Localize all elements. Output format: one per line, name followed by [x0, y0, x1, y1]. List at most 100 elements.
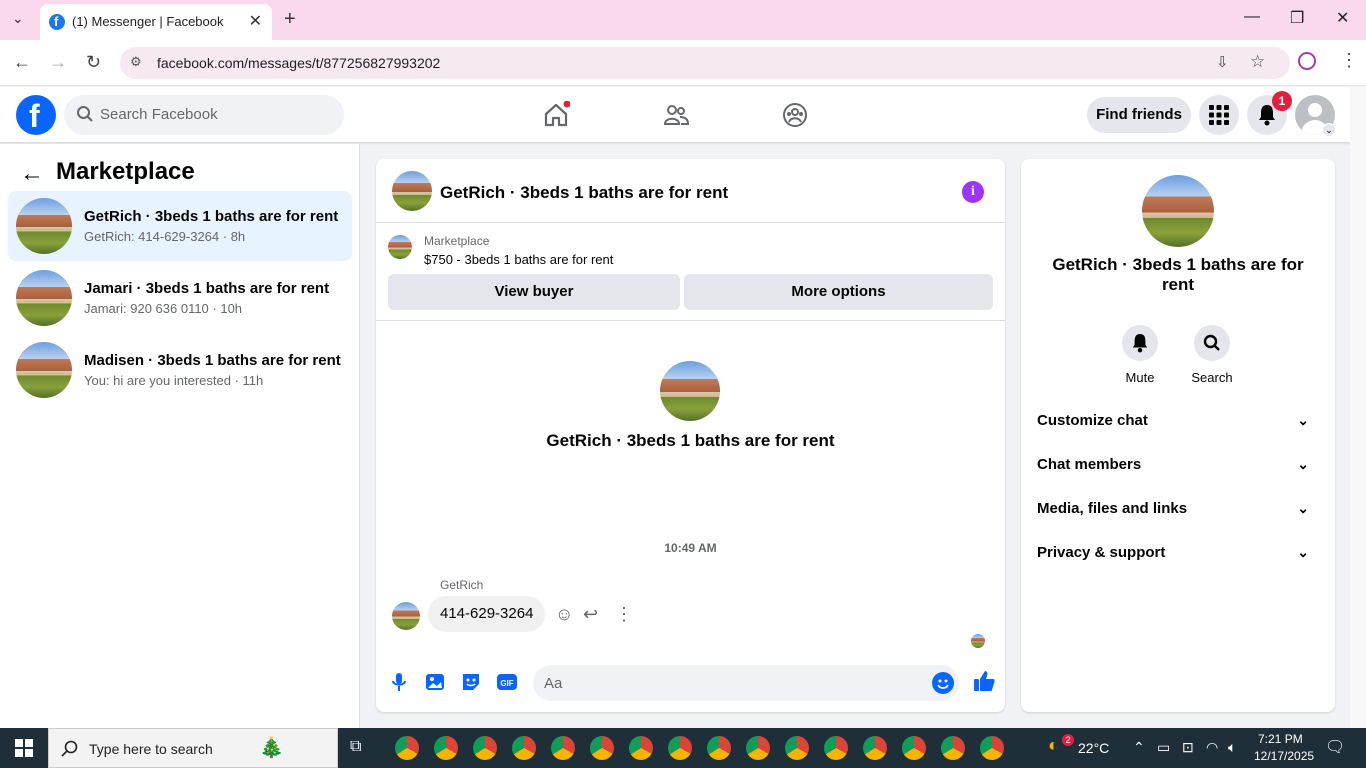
menu-button[interactable] — [1199, 95, 1239, 135]
clock-time[interactable]: 7:21 PM — [1258, 732, 1303, 746]
listing-thumbnail[interactable] — [388, 235, 412, 259]
message-composer: GIF Aa — [376, 659, 1005, 712]
message-input[interactable]: Aa — [533, 665, 959, 701]
mute-label: Mute — [1125, 370, 1155, 385]
search-placeholder: Search Facebook — [100, 106, 218, 123]
reply-icon[interactable]: ↩ — [583, 604, 598, 625]
conversation-name: GetRich · 3beds 1 baths are for rent — [84, 208, 339, 225]
emoji-icon[interactable] — [932, 672, 954, 694]
details-avatar — [1142, 175, 1214, 247]
chat-members-section[interactable]: Chat members ⌄ — [1037, 456, 1319, 480]
chrome-app-icon[interactable] — [941, 736, 965, 760]
sender-avatar[interactable] — [392, 602, 420, 630]
network-icon[interactable]: ◠ — [1206, 739, 1218, 756]
account-chevron-icon[interactable]: ⌄ — [1322, 123, 1336, 137]
site-info-icon[interactable]: ⚙ — [130, 54, 142, 70]
chevron-up-icon[interactable]: ⌃ — [1133, 739, 1145, 756]
page-scrollbar[interactable] — [1350, 87, 1366, 728]
tab-search-icon[interactable]: ⌄ — [12, 10, 24, 27]
task-view-icon[interactable]: ⧉ — [350, 738, 361, 756]
conversation-item[interactable]: Madisen · 3beds 1 baths are for rent You… — [8, 335, 352, 405]
info-icon[interactable]: i — [962, 181, 984, 203]
chat-title[interactable]: GetRich · 3beds 1 baths are for rent — [440, 183, 728, 203]
media-files-links-section[interactable]: Media, files and links ⌄ — [1037, 500, 1319, 524]
view-buyer-button[interactable]: View buyer — [388, 274, 680, 310]
omnibox[interactable]: ⚙ facebook.com/messages/t/87725682799320… — [120, 47, 1290, 79]
close-window-icon[interactable]: ✕ — [1336, 8, 1349, 28]
find-friends-button[interactable]: Find friends — [1087, 97, 1191, 133]
gif-icon[interactable]: GIF — [496, 671, 518, 693]
chrome-app-icon[interactable] — [707, 736, 731, 760]
search-in-chat-button[interactable]: Search — [1182, 325, 1242, 385]
back-icon[interactable]: ← — [13, 52, 31, 73]
restore-icon[interactable]: ❐ — [1290, 8, 1304, 28]
chat-avatar[interactable] — [392, 171, 432, 211]
facebook-logo[interactable]: f — [16, 95, 56, 135]
url-text[interactable]: facebook.com/messages/t/877256827993202 — [157, 55, 440, 71]
volume-icon[interactable]: 🔈︎ — [1228, 739, 1236, 756]
sticker-icon[interactable] — [460, 671, 482, 693]
meet-now-icon[interactable]: ⊡ — [1182, 739, 1194, 756]
home-icon[interactable] — [542, 101, 570, 129]
browser-menu-icon[interactable]: ⋮ — [1340, 50, 1358, 71]
weather-temp[interactable]: 22°C — [1078, 740, 1109, 756]
more-options-button[interactable]: More options — [684, 274, 993, 310]
search-icon — [61, 740, 78, 757]
thumbs-up-icon[interactable] — [972, 669, 996, 693]
privacy-support-section[interactable]: Privacy & support ⌄ — [1037, 544, 1319, 568]
chrome-app-icon[interactable] — [551, 736, 575, 760]
chrome-app-icon[interactable] — [824, 736, 848, 760]
conversation-snippet: Jamari: 920 636 0110 · 10h — [84, 301, 243, 316]
notification-center-icon[interactable]: 🗨︎ — [1325, 737, 1345, 757]
chrome-app-icon[interactable] — [434, 736, 458, 760]
chevron-down-icon: ⌄ — [1297, 500, 1309, 516]
chrome-app-icon[interactable] — [785, 736, 809, 760]
bookmark-star-icon[interactable]: ☆ — [1250, 52, 1265, 72]
conversation-item[interactable]: GetRich · 3beds 1 baths are for rent Get… — [8, 191, 352, 261]
minimize-icon[interactable]: — — [1244, 8, 1260, 26]
conversation-item[interactable]: Jamari · 3beds 1 baths are for rent Jama… — [8, 263, 352, 333]
chrome-app-icon[interactable] — [980, 736, 1004, 760]
chrome-app-icon[interactable] — [395, 736, 419, 760]
chat-header: GetRich · 3beds 1 baths are for rent i — [376, 159, 1005, 223]
photo-icon[interactable] — [424, 671, 446, 693]
battery-icon[interactable]: ▭ — [1157, 739, 1170, 756]
facebook-search-input[interactable]: Search Facebook — [64, 95, 344, 135]
chrome-app-icon[interactable] — [590, 736, 614, 760]
listing-thumbnail — [16, 342, 72, 398]
listing-thumbnail — [16, 198, 72, 254]
chrome-app-icon[interactable] — [512, 736, 536, 760]
windows-start-icon[interactable] — [15, 739, 33, 757]
profile-icon[interactable] — [1298, 52, 1316, 70]
bell-icon — [1132, 334, 1148, 353]
groups-icon[interactable] — [781, 101, 809, 129]
close-tab-icon[interactable]: ✕ — [249, 11, 262, 31]
section-label: Privacy & support — [1037, 544, 1166, 561]
chat-details-panel: GetRich · 3beds 1 baths are for rent Mut… — [1021, 159, 1335, 712]
chrome-app-icon[interactable] — [473, 736, 497, 760]
reload-icon[interactable]: ↻ — [86, 52, 101, 73]
listing-price[interactable]: $750 - 3beds 1 baths are for rent — [424, 252, 613, 267]
taskbar-search-box[interactable]: Type here to search 🎄 — [48, 728, 338, 768]
friends-icon[interactable] — [662, 101, 690, 129]
clock-date[interactable]: 12/17/2025 — [1254, 749, 1314, 763]
message-bubble[interactable]: 414-629-3264 — [428, 596, 546, 632]
more-actions-icon[interactable]: ⋮ — [615, 604, 633, 625]
chrome-app-icon[interactable] — [863, 736, 887, 760]
chrome-app-icon[interactable] — [902, 736, 926, 760]
weather-icon[interactable]: ◐ — [1048, 735, 1059, 756]
back-arrow-icon[interactable]: ← — [20, 160, 44, 188]
mute-button[interactable]: Mute — [1110, 325, 1170, 385]
chrome-app-icon[interactable] — [746, 736, 770, 760]
install-app-icon[interactable]: ⇩ — [1216, 53, 1229, 71]
chrome-app-icon[interactable] — [668, 736, 692, 760]
new-tab-icon[interactable]: + — [284, 8, 296, 31]
seen-receipt-avatar — [971, 634, 985, 648]
forward-icon[interactable]: → — [49, 52, 67, 73]
chrome-app-icon[interactable] — [629, 736, 653, 760]
react-emoji-icon[interactable]: ☺ — [555, 604, 573, 625]
microphone-icon[interactable] — [388, 671, 410, 693]
customize-chat-section[interactable]: Customize chat ⌄ — [1037, 412, 1319, 436]
holiday-ornaments-icon[interactable]: 🎄 — [259, 735, 284, 760]
browser-tab[interactable]: (1) Messenger | Facebook ✕ — [40, 4, 272, 40]
